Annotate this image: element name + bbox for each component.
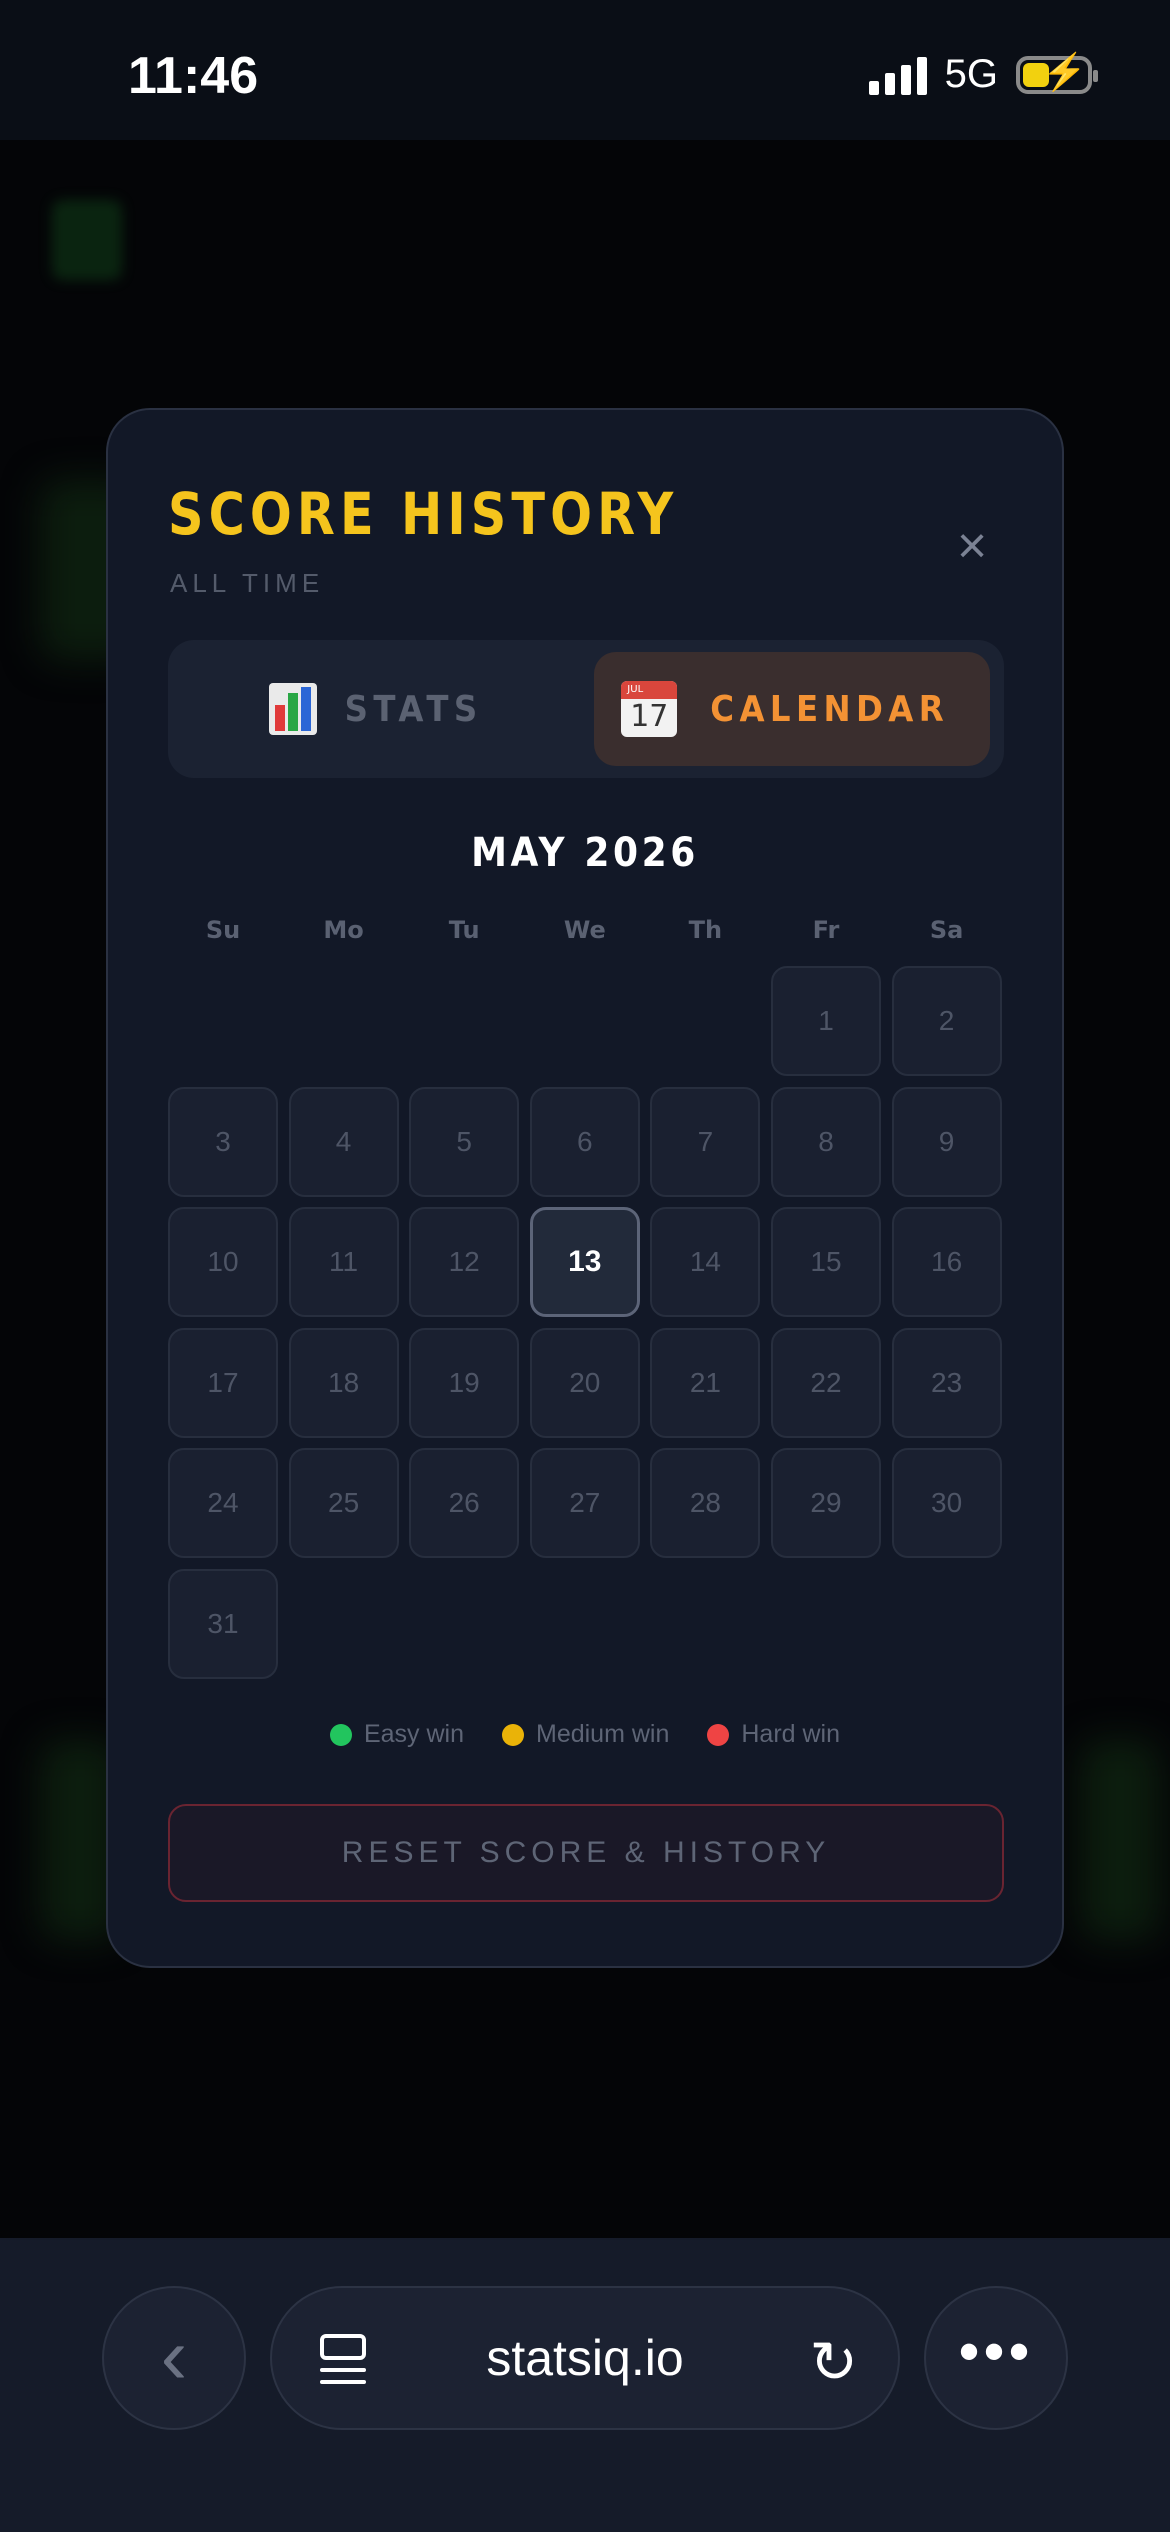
legend-item-easy: Easy win <box>329 1720 464 1749</box>
close-button[interactable]: × <box>944 518 1000 574</box>
url-text: statsiq.io <box>486 2330 684 2386</box>
calendar-day[interactable]: 29 <box>771 1448 881 1558</box>
address-bar[interactable]: statsiq.io ↻ <box>270 2286 900 2430</box>
weekday-header: Mo <box>323 916 364 944</box>
battery-icon: ⚡ <box>1016 53 1098 94</box>
calendar-day[interactable]: 23 <box>891 1327 1002 1438</box>
legend-item-medium: Medium win <box>502 1720 669 1749</box>
calendar-day[interactable]: 14 <box>650 1207 761 1317</box>
reset-score-button[interactable]: RESET SCORE & HISTORY <box>168 1804 1004 1902</box>
legend-label-medium: Medium win <box>536 1720 670 1748</box>
browser-toolbar: ‹ statsiq.io ↻ ••• <box>0 2238 1170 2532</box>
calendar-day[interactable]: 7 <box>650 1086 761 1197</box>
tab-calendar[interactable]: JUL 17 CALENDAR <box>594 652 990 766</box>
calendar-day[interactable]: 1 <box>771 966 881 1076</box>
weekday-header: Su <box>205 916 241 944</box>
calendar-day[interactable]: 2 <box>891 966 1002 1076</box>
weekday-header: Sa <box>929 916 964 944</box>
tab-calendar-label: CALENDAR <box>710 688 950 730</box>
calendar-day[interactable]: 31 <box>168 1568 278 1679</box>
calendar-day[interactable]: 28 <box>650 1448 761 1558</box>
calendar-icon-month: JUL <box>627 684 644 695</box>
legend-dot-easy <box>329 1723 352 1746</box>
signal-icon <box>868 55 927 95</box>
legend-label-easy: Easy win <box>363 1720 464 1748</box>
legend-item-hard: Hard win <box>707 1720 840 1749</box>
status-time: 11:46 <box>128 47 259 105</box>
background-logo <box>52 200 122 280</box>
calendar-day[interactable]: 26 <box>409 1448 520 1558</box>
legend: Easy win Medium win Hard win <box>108 1720 1062 1749</box>
more-button[interactable]: ••• <box>924 2286 1068 2430</box>
calendar-day[interactable]: 12 <box>409 1207 520 1317</box>
calendar-day[interactable]: 18 <box>288 1327 399 1438</box>
calendar-day[interactable]: 19 <box>409 1327 520 1438</box>
status-bar: 11:46 5G ⚡ <box>0 0 1170 140</box>
calendar-day[interactable]: 11 <box>288 1207 399 1317</box>
weekday-header: Th <box>688 916 723 944</box>
view-tabs: STATS JUL 17 CALENDAR <box>168 640 1004 778</box>
back-button[interactable]: ‹ <box>102 2286 246 2430</box>
month-title: MAY 2026 <box>471 830 699 876</box>
weekday-header: We <box>563 916 606 944</box>
tab-stats-label: STATS <box>345 688 483 730</box>
calendar-day[interactable]: 16 <box>891 1207 1002 1317</box>
status-indicators: 5G ⚡ <box>868 52 1098 97</box>
calendar-day[interactable]: 3 <box>168 1086 278 1197</box>
calendar-day[interactable]: 8 <box>771 1086 881 1197</box>
calendar-day[interactable]: 10 <box>168 1207 278 1317</box>
calendar-day[interactable]: 6 <box>529 1086 640 1197</box>
legend-dot-medium <box>502 1723 524 1746</box>
modal-subtitle: ALL TIME <box>170 568 325 598</box>
calendar-day[interactable]: 30 <box>891 1448 1002 1558</box>
calendar-day[interactable]: 5 <box>409 1086 520 1197</box>
legend-label-hard: Hard win <box>741 1720 841 1748</box>
calendar-day[interactable]: 27 <box>529 1448 640 1558</box>
calendar-day[interactable]: 15 <box>771 1207 881 1317</box>
bar-chart-icon <box>269 683 318 735</box>
calendar-day[interactable]: 17 <box>168 1327 278 1438</box>
calendar-day[interactable]: 24 <box>168 1448 278 1558</box>
calendar-day[interactable]: 22 <box>771 1327 881 1438</box>
legend-dot-hard <box>707 1723 730 1746</box>
calendar-icon: JUL 17 <box>621 681 678 737</box>
network-label: 5G <box>944 52 998 96</box>
modal-title: SCORE HISTORY <box>168 480 679 548</box>
weekday-header: Fr <box>812 916 840 944</box>
weekday-header: Tu <box>448 916 480 944</box>
tab-stats[interactable]: STATS <box>182 652 578 766</box>
calendar-day-today[interactable]: 13 <box>529 1207 640 1317</box>
calendar-icon-number: 17 <box>630 699 669 734</box>
calendar-day[interactable]: 4 <box>288 1086 399 1197</box>
calendar-day[interactable]: 21 <box>650 1327 761 1438</box>
calendar-day[interactable]: 20 <box>529 1327 640 1438</box>
score-history-modal: SCORE HISTORY ALL TIME × STATS JUL 17 CA… <box>106 408 1064 1968</box>
calendar-day[interactable]: 9 <box>891 1086 1002 1197</box>
reload-icon[interactable]: ↻ <box>809 2328 858 2396</box>
calendar-day[interactable]: 25 <box>288 1448 399 1558</box>
